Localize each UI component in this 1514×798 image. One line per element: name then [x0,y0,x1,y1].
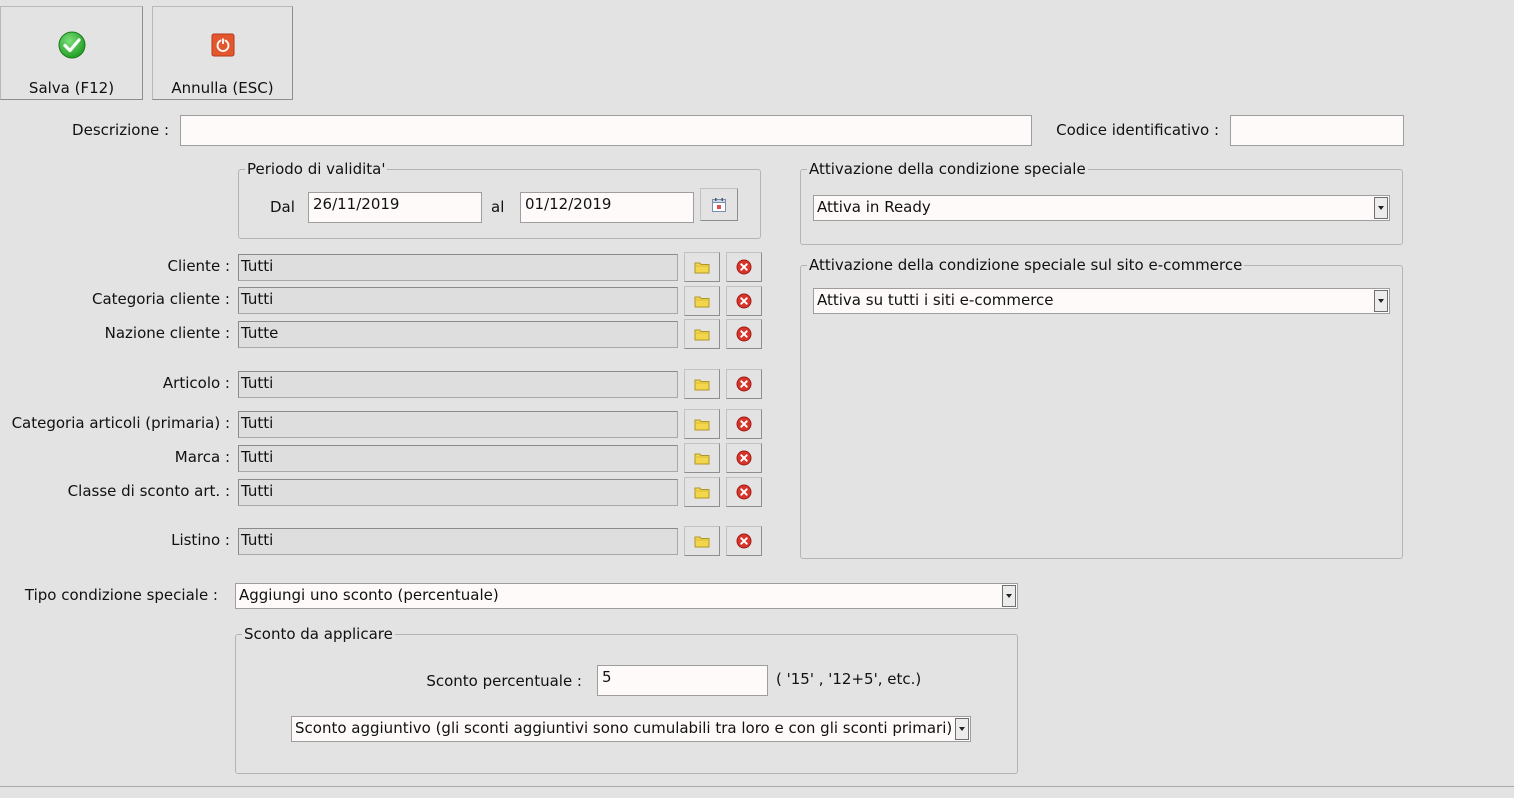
filter-value[interactable]: Tutti [238,254,678,281]
browse-button[interactable] [684,477,720,507]
filter-value[interactable]: Tutti [238,287,678,314]
remove-circle-icon [736,533,752,549]
clear-button[interactable] [726,319,762,349]
folder-icon [694,453,710,465]
condition-selected: Aggiungi uno sconto (percentuale) [239,586,499,604]
calendar-button[interactable] [700,188,738,221]
filter-value[interactable]: Tutti [238,445,678,472]
filter-value[interactable]: Tutte [238,321,678,348]
folder-icon [694,536,710,548]
activation-select[interactable]: Attiva in Ready [813,195,1390,221]
bottom-divider [0,786,1514,787]
validity-title: Periodo di validita' [245,160,388,178]
save-button[interactable]: Salva (F12) [0,6,143,100]
filter-label: Categoria articoli (primaria) : [11,414,230,432]
check-circle-icon [58,31,85,59]
browse-button[interactable] [684,319,720,349]
cancel-button-label: Annulla (ESC) [171,79,274,97]
browse-button[interactable] [684,409,720,439]
clear-button[interactable] [726,477,762,507]
chevron-down-icon[interactable] [1374,197,1388,219]
remove-circle-icon [736,326,752,342]
filter-value[interactable]: Tutti [238,371,678,398]
chevron-down-icon[interactable] [1002,585,1016,607]
clear-button[interactable] [726,409,762,439]
percent-hint: ( '15' , '12+5', etc.) [776,670,922,688]
discount-title: Sconto da applicare [242,625,395,643]
clear-button[interactable] [726,526,762,556]
folder-icon [694,487,710,499]
filter-label: Articolo : [162,374,230,392]
remove-circle-icon [736,259,752,275]
ecommerce-select[interactable]: Attiva su tutti i siti e-commerce [813,288,1390,314]
discount-group: Sconto da applicare [235,625,1018,774]
calendar-icon [712,197,726,212]
folder-icon [694,262,710,274]
clear-button[interactable] [726,369,762,399]
filter-label: Classe di sconto art. : [67,482,230,500]
remove-circle-icon [736,450,752,466]
filter-value[interactable]: Tutti [238,528,678,555]
chevron-down-icon[interactable] [1374,290,1388,312]
browse-button[interactable] [684,369,720,399]
clear-button[interactable] [726,286,762,316]
browse-button[interactable] [684,526,720,556]
description-field[interactable] [180,115,1032,146]
filter-label: Listino : [171,531,230,549]
remove-circle-icon [736,293,752,309]
browse-button[interactable] [684,252,720,282]
discount-mode-select[interactable]: Sconto aggiuntivo (gli sconti aggiuntivi… [291,716,971,742]
folder-icon [694,296,710,308]
filter-label: Categoria cliente : [91,290,230,308]
discount-mode-selected: Sconto aggiuntivo (gli sconti aggiuntivi… [295,719,953,737]
ecommerce-title: Attivazione della condizione speciale su… [807,256,1245,274]
browse-button[interactable] [684,443,720,473]
save-button-label: Salva (F12) [28,79,115,97]
remove-circle-icon [736,484,752,500]
filter-label: Cliente : [167,257,230,275]
clear-button[interactable] [726,252,762,282]
folder-icon [694,329,710,341]
folder-icon [694,419,710,431]
chevron-down-icon[interactable] [955,718,969,740]
filter-value[interactable]: Tutti [238,411,678,438]
filter-label: Marca : [174,448,230,466]
browse-button[interactable] [684,286,720,316]
remove-circle-icon [736,416,752,432]
condition-select[interactable]: Aggiungi uno sconto (percentuale) [235,583,1018,609]
power-icon [211,33,234,57]
clear-button[interactable] [726,443,762,473]
to-date-field[interactable]: 01/12/2019 [520,192,694,223]
cancel-button[interactable]: Annulla (ESC) [152,6,293,100]
remove-circle-icon [736,376,752,392]
activation-title: Attivazione della condizione speciale [807,160,1088,178]
from-label: Dal [270,198,295,216]
to-label: al [491,198,505,216]
code-label: Codice identificativo : [1056,121,1219,139]
percent-label: Sconto percentuale : [426,672,582,690]
description-label: Descrizione : [72,121,169,139]
from-date-field[interactable]: 26/11/2019 [308,192,482,223]
ecommerce-selected: Attiva su tutti i siti e-commerce [817,291,1054,309]
condition-label: Tipo condizione speciale : [24,586,218,604]
folder-icon [694,379,710,391]
filter-label: Nazione cliente : [104,324,230,342]
activation-selected: Attiva in Ready [817,198,931,216]
filter-value[interactable]: Tutti [238,479,678,506]
code-field[interactable] [1230,115,1404,146]
percent-field[interactable]: 5 [597,665,768,696]
